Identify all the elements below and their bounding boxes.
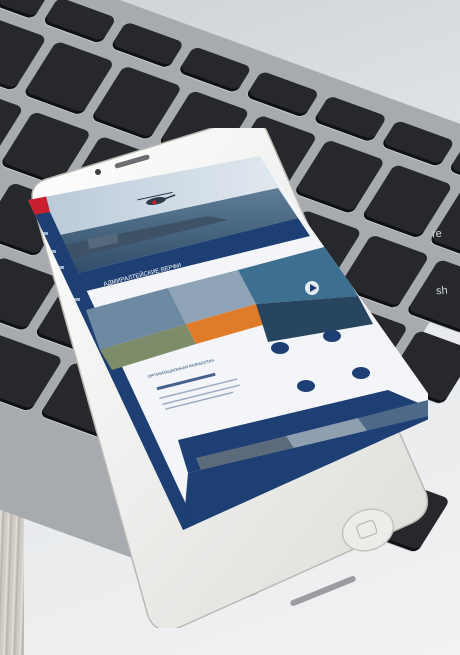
phone-screen: АДМИРАЛТЕЙСКИЕ ВЕРФИ ОРГАНИЗАЦИОННАЯ РАЗ…	[28, 156, 428, 530]
keyboard-key	[109, 21, 185, 69]
keyboard-key	[245, 70, 320, 118]
keyboard-key	[0, 0, 50, 20]
key-label-shift: sh	[435, 284, 449, 298]
website-screenshot	[28, 156, 428, 530]
smartphone: АДМИРАЛТЕЙСКИЕ ВЕРФИ ОРГАНИЗАЦИОННАЯ РАЗ…	[28, 128, 428, 628]
photo-scene: АДМИРАЛТЕЙСКИЕ ВЕРФИ ОРГАНИЗАЦИОННАЯ РАЗ…	[0, 0, 460, 655]
key-label-return: re	[431, 227, 443, 241]
keyboard-key	[42, 0, 117, 45]
keyboard-key	[177, 46, 253, 94]
